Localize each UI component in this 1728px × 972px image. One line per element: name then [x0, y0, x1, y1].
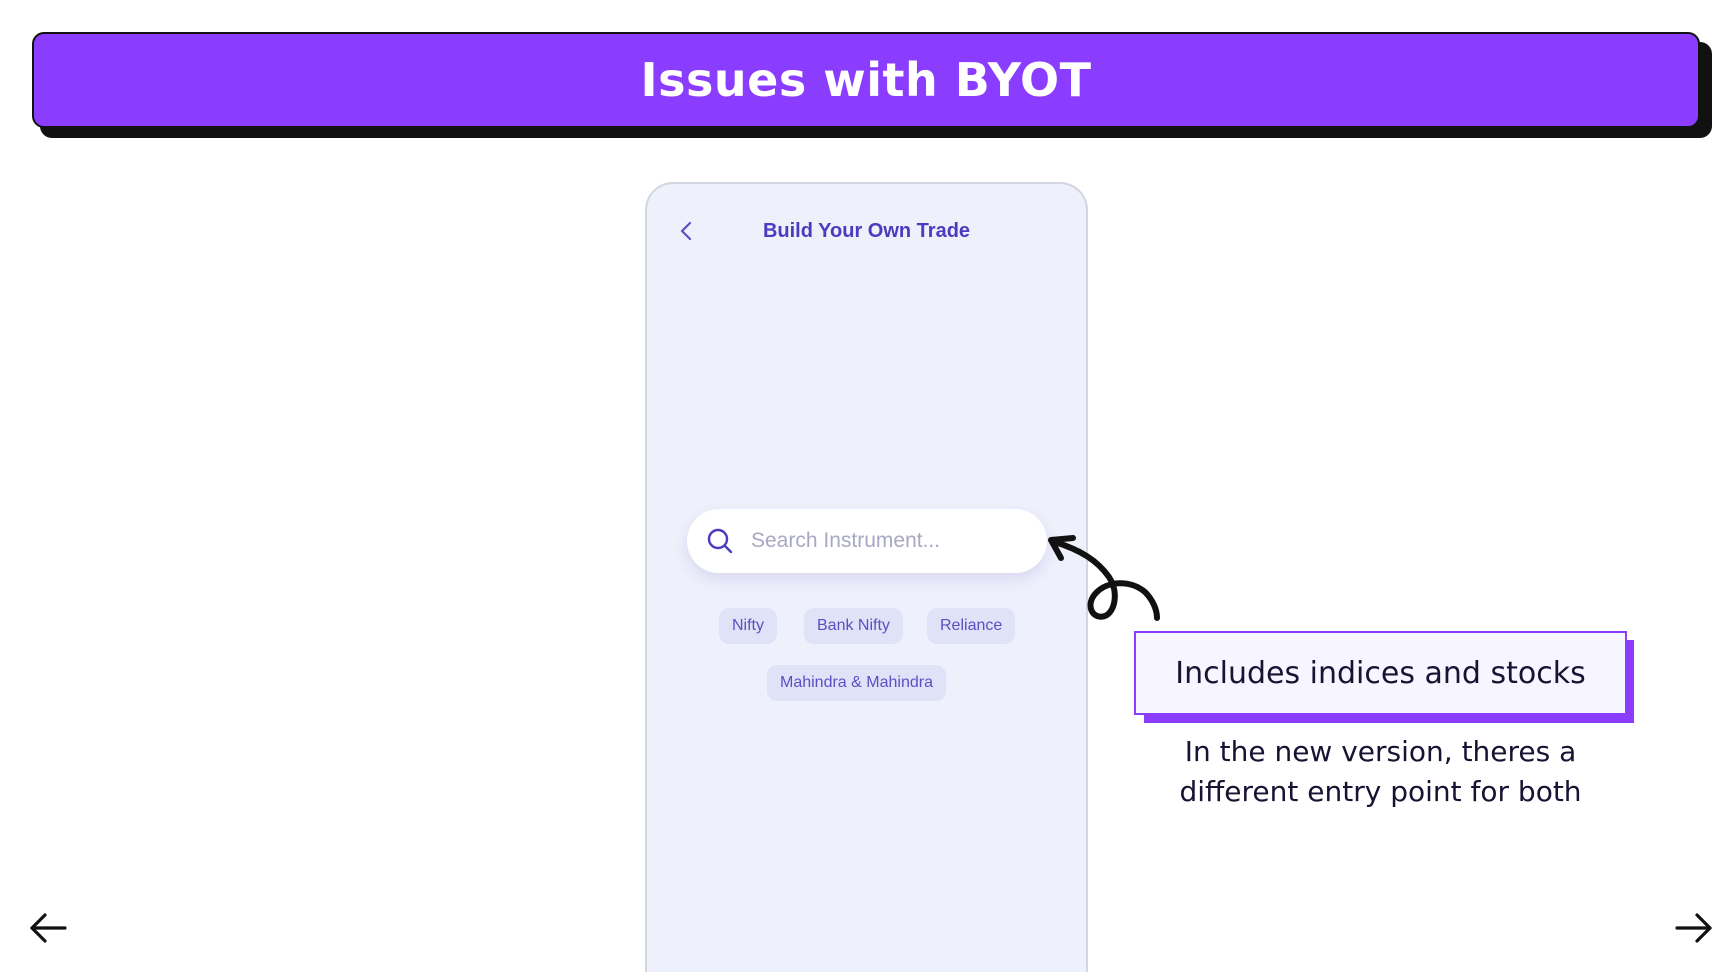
next-slide-button[interactable] [1672, 908, 1716, 948]
note-line-1: In the new version, theres a [1184, 735, 1577, 768]
chip-nifty[interactable]: Nifty [719, 608, 777, 644]
prev-slide-button[interactable] [26, 908, 70, 948]
search-input[interactable] [749, 528, 1023, 554]
callout-text: Includes indices and stocks [1175, 655, 1586, 691]
chevron-left-icon [680, 221, 692, 241]
annotation-note: In the new version, theres a different e… [1134, 732, 1627, 812]
screen-title: Build Your Own Trade [762, 219, 971, 242]
arrow-right-icon [1675, 913, 1712, 943]
arrow-left-icon [30, 913, 67, 943]
chip-bank-nifty[interactable]: Bank Nifty [804, 608, 903, 644]
slide-title: Issues with BYOT [640, 53, 1092, 107]
phone-header: Build Your Own Trade [647, 214, 1086, 248]
slide: Issues with BYOT Build Your Own Trade Ni… [0, 0, 1728, 972]
chip-mahindra[interactable]: Mahindra & Mahindra [767, 665, 946, 701]
phone-mockup: Build Your Own Trade Nifty Bank Nifty Re… [645, 182, 1088, 972]
note-line-2: different entry point for both [1179, 775, 1582, 808]
chip-reliance[interactable]: Reliance [927, 608, 1016, 644]
search-bar[interactable] [687, 509, 1047, 573]
callout-box: Includes indices and stocks [1134, 631, 1627, 715]
curly-arrow-icon [1048, 535, 1160, 621]
back-button[interactable] [673, 218, 699, 244]
title-banner: Issues with BYOT [32, 32, 1700, 128]
search-icon [705, 526, 735, 556]
